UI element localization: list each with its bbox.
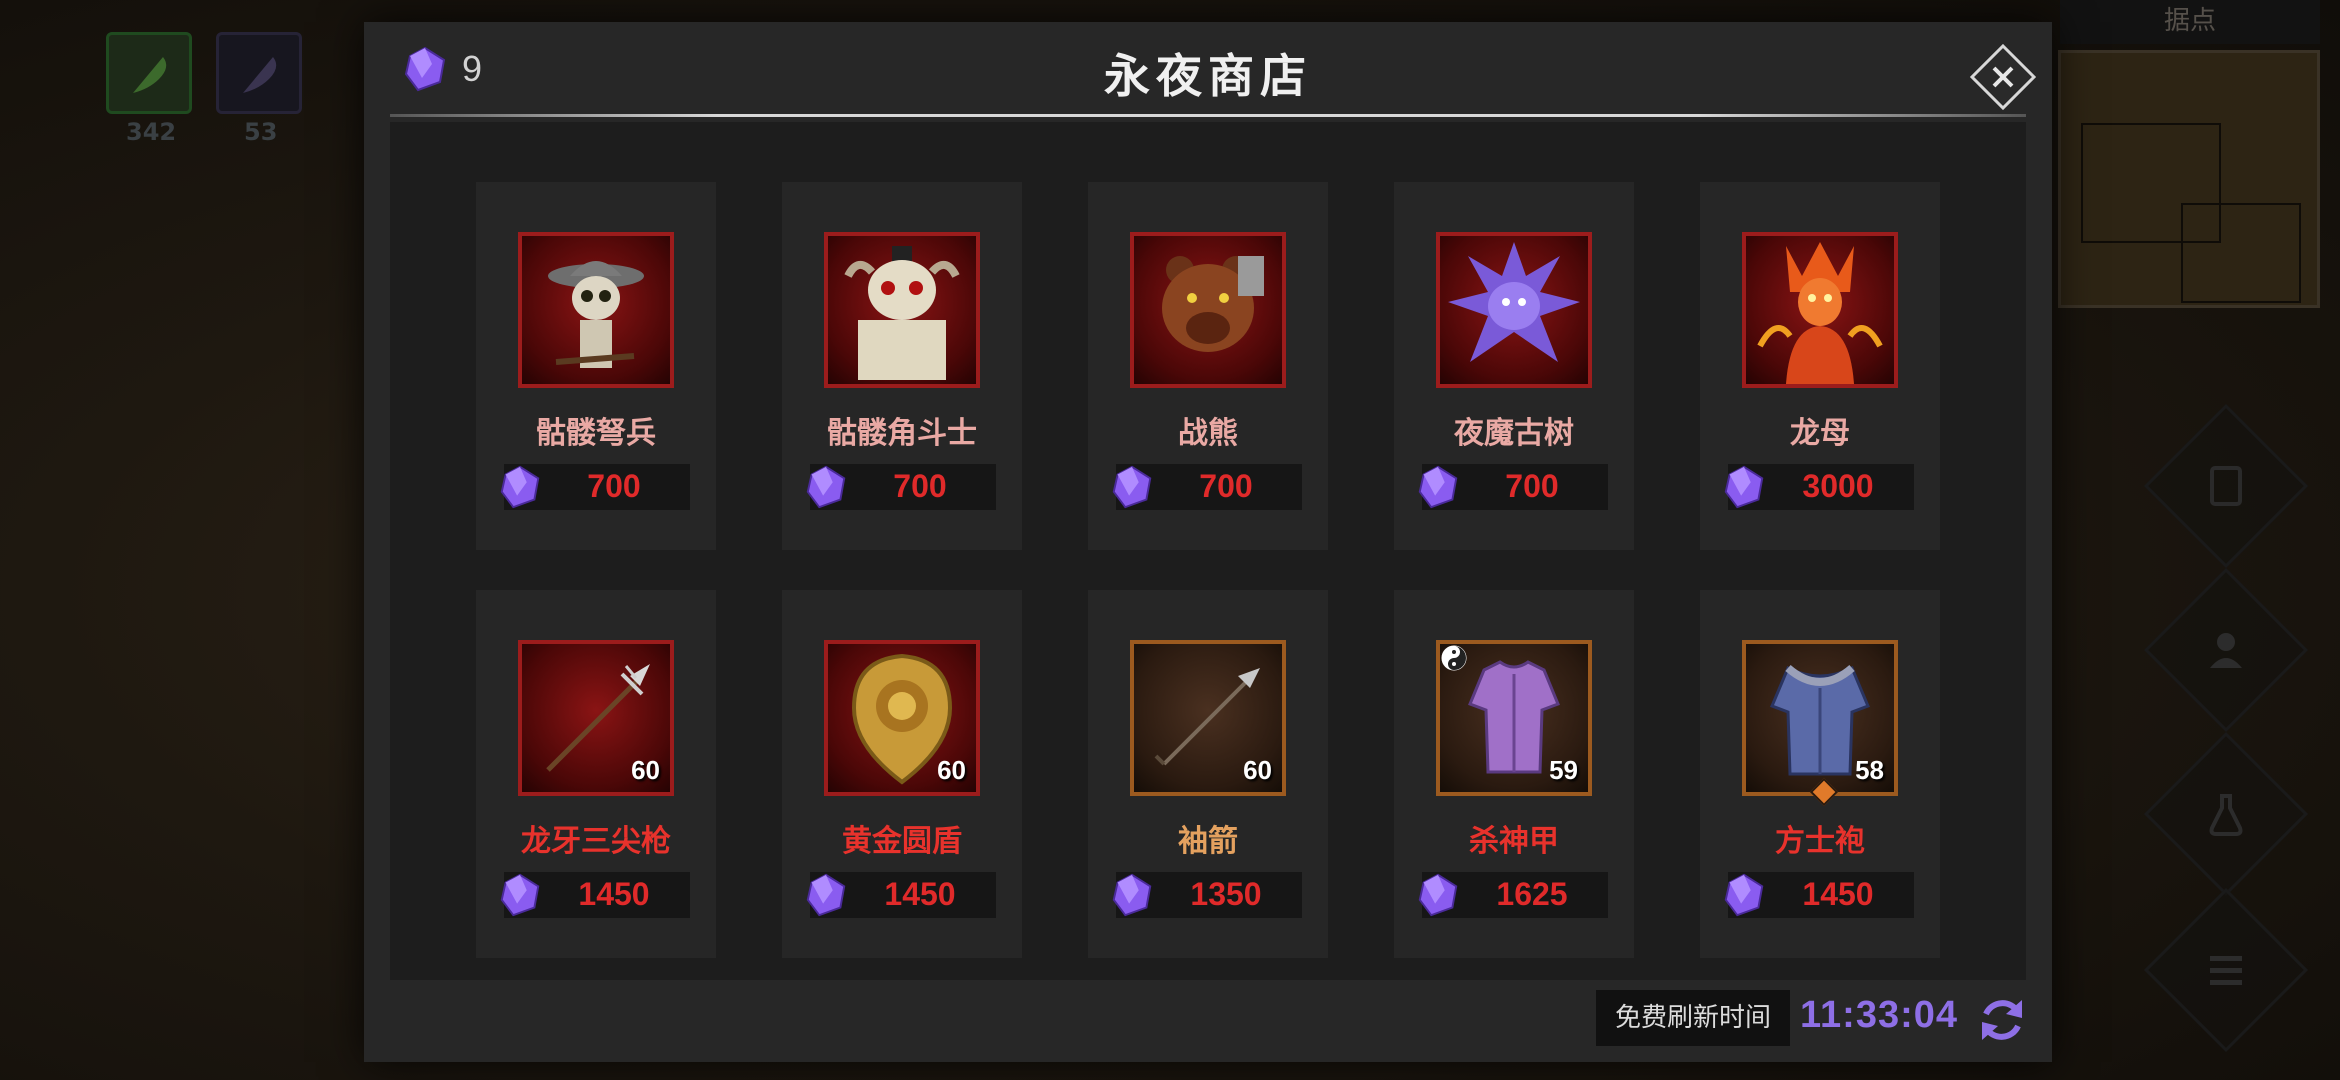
quest-button[interactable] [2143, 403, 2309, 569]
purple-gem-icon [500, 465, 540, 509]
night-demon-ancient-tree-portrait [1448, 242, 1580, 362]
item-level: 59 [1549, 755, 1578, 785]
item-name: 夜魔古树 [1454, 416, 1574, 451]
resource-slot [106, 32, 192, 114]
refresh-countdown: 11:33:04 [1800, 994, 1959, 1036]
item-icon-frame: 60 [1130, 640, 1286, 796]
item-icon-frame [1130, 232, 1286, 388]
item-icon-frame [518, 232, 674, 388]
item-icon-frame: 58 [1742, 640, 1898, 807]
potion-icon [2209, 794, 2243, 836]
shop-item-card[interactable]: 60 袖箭 1350 [1088, 590, 1328, 958]
item-icon-frame [824, 232, 980, 388]
item-price: 3000 [1802, 468, 1874, 504]
shop-grid: 骷髅弩兵 700 骷髅角斗士 700 战熊 700 夜魔古树 700 龙母 30… [390, 122, 2026, 980]
price-tag[interactable]: 1625 [1418, 872, 1608, 918]
item-price: 1450 [884, 876, 956, 912]
purple-gem-icon [1724, 873, 1764, 917]
shop-item-card[interactable]: 龙母 3000 [1700, 182, 1940, 550]
price-tag[interactable]: 1450 [1724, 872, 1914, 918]
minimap[interactable] [2058, 50, 2320, 308]
free-refresh-label: 免费刷新时间 [1596, 990, 1790, 1046]
shop-item-card[interactable]: 59 杀神甲 1625 [1394, 590, 1634, 958]
skeleton-gladiator-portrait [844, 246, 960, 380]
menu-list-icon [2210, 956, 2242, 985]
item-icon-frame: 59 [1436, 640, 1592, 796]
shop-item-card[interactable]: 58 方士袍 1450 [1700, 590, 1940, 958]
shop-item-card[interactable]: 战熊 700 [1088, 182, 1328, 550]
price-tag[interactable]: 1450 [806, 872, 996, 918]
item-price: 1450 [1802, 876, 1874, 912]
price-tag[interactable]: 1450 [500, 872, 690, 918]
shop-dialog: 9 永夜商店 骷髅弩兵 700 骷髅角斗士 700 战熊 700 夜魔古树 70… [364, 22, 2052, 1062]
friends-button[interactable] [2143, 567, 2309, 733]
purple-gem-icon [1418, 465, 1458, 509]
item-icon-frame [1436, 232, 1592, 388]
item-name: 战熊 [1178, 416, 1238, 451]
item-price: 700 [587, 468, 641, 504]
item-icon-frame: 60 [518, 640, 674, 796]
menu-button[interactable] [2143, 887, 2309, 1053]
price-tag[interactable]: 1350 [1112, 872, 1302, 918]
item-name: 骷髅角斗士 [827, 416, 977, 451]
game-screen: { "background": { "resources": [ {"icon"… [0, 0, 2340, 1080]
close-icon [1969, 43, 2037, 111]
item-level: 60 [631, 755, 660, 785]
friends-icon [2210, 633, 2242, 668]
item-name: 杀神甲 [1469, 824, 1559, 859]
item-price: 1350 [1190, 876, 1262, 912]
minimap-title: 据点 [2060, 0, 2320, 44]
item-level: 58 [1855, 755, 1884, 785]
resource-count: 342 [126, 118, 177, 146]
item-name: 龙母 [1790, 416, 1850, 451]
purple-feather-icon [243, 57, 277, 93]
item-name: 骷髅弩兵 [536, 416, 656, 451]
item-price: 700 [893, 468, 947, 504]
green-feather-icon [133, 57, 167, 93]
purple-gem-icon [806, 465, 846, 509]
price-tag[interactable]: 3000 [1724, 464, 1914, 510]
shop-item-card[interactable]: 骷髅弩兵 700 [476, 182, 716, 550]
item-icon-frame: 60 [824, 640, 980, 796]
purple-gem-icon [1112, 465, 1152, 509]
shop-item-card[interactable]: 骷髅角斗士 700 [782, 182, 1022, 550]
refresh-icon [1982, 1000, 2022, 1040]
item-name: 袖箭 [1178, 824, 1238, 859]
item-icon-frame [1742, 232, 1898, 388]
item-name: 方士袍 [1775, 824, 1865, 859]
price-tag[interactable]: 700 [1418, 464, 1608, 510]
item-name: 黄金圆盾 [842, 824, 962, 859]
price-tag[interactable]: 700 [500, 464, 690, 510]
potion-button[interactable] [2143, 731, 2309, 897]
shop-title: 永夜商店 [1104, 49, 1312, 103]
item-price: 1625 [1496, 876, 1568, 912]
header-divider [390, 114, 2026, 117]
dragon-mother-portrait [1757, 242, 1883, 384]
purple-gem-icon [806, 873, 846, 917]
shop-item-card[interactable]: 60 黄金圆盾 1450 [782, 590, 1022, 958]
resource-count: 53 [244, 118, 278, 146]
quest-scroll-icon [2210, 466, 2242, 506]
resource-slot [216, 32, 302, 114]
war-bear-portrait [1162, 256, 1264, 352]
close-button[interactable] [1969, 43, 2037, 111]
refresh-button[interactable] [1974, 992, 2030, 1048]
purple-gem-icon [1418, 873, 1458, 917]
item-name: 龙牙三尖枪 [521, 824, 671, 859]
price-tag[interactable]: 700 [1112, 464, 1302, 510]
shop-item-card[interactable]: 60 龙牙三尖枪 1450 [476, 590, 716, 958]
purple-gem-icon [500, 873, 540, 917]
item-price: 700 [1505, 468, 1559, 504]
shop-item-card[interactable]: 夜魔古树 700 [1394, 182, 1634, 550]
purple-gem-icon [1724, 465, 1764, 509]
skeleton-crossbowman-portrait [548, 261, 644, 368]
item-level: 60 [937, 755, 966, 785]
item-level: 60 [1243, 755, 1272, 785]
item-price: 1450 [578, 876, 650, 912]
item-price: 700 [1199, 468, 1253, 504]
yin-yang-icon [1441, 645, 1467, 671]
purple-gem-icon [1112, 873, 1152, 917]
price-tag[interactable]: 700 [806, 464, 996, 510]
